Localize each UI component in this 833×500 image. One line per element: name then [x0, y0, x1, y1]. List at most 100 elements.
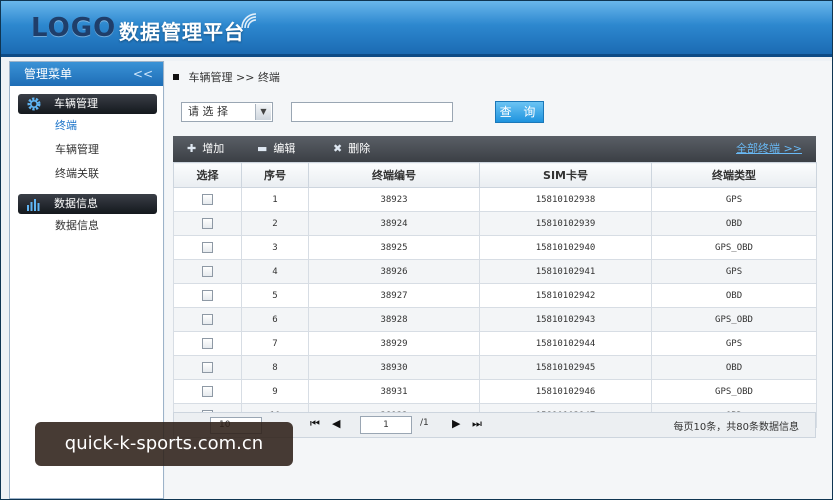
- row-checkbox[interactable]: [202, 194, 213, 205]
- row-checkbox[interactable]: [202, 362, 213, 373]
- bar-chart-icon: [27, 199, 40, 211]
- close-icon: ✖: [333, 142, 343, 155]
- delete-button[interactable]: ✖ 删除: [333, 136, 370, 162]
- last-page-icon[interactable]: ⏭: [472, 417, 482, 431]
- platform-title: 数据管理平台: [119, 20, 245, 44]
- cell-terminal-type: GPS: [651, 259, 817, 284]
- query-button[interactable]: 查 询: [495, 101, 544, 123]
- cell-terminal-no: 38923: [308, 187, 480, 212]
- row-checkbox[interactable]: [202, 338, 213, 349]
- filter-select[interactable]: 请 选 择 ▼: [181, 102, 273, 122]
- row-checkbox-cell: [173, 379, 242, 404]
- breadcrumb-page: 终端: [257, 71, 280, 84]
- table-row[interactable]: 2 38924 15810102939 OBD: [173, 211, 817, 236]
- row-checkbox[interactable]: [202, 386, 213, 397]
- row-checkbox[interactable]: [202, 218, 213, 229]
- sidebar-title-label: 管理菜单: [24, 67, 73, 81]
- bullet-square-icon: [173, 74, 179, 80]
- table-row[interactable]: 8 38930 15810102945 OBD: [173, 355, 817, 380]
- cell-index: 7: [241, 331, 309, 356]
- cell-terminal-type: GPS_OBD: [651, 379, 817, 404]
- cell-index: 9: [241, 379, 309, 404]
- table-row[interactable]: 3 38925 15810102940 GPS_OBD: [173, 235, 817, 260]
- add-button[interactable]: ✚ 增加: [187, 136, 224, 162]
- cell-sim: 15810102945: [479, 355, 652, 380]
- row-checkbox-cell: [173, 235, 242, 260]
- cell-terminal-type: GPS: [651, 187, 817, 212]
- gear-icon: [27, 97, 41, 111]
- sidebar-item-data-info[interactable]: 数据信息: [10, 214, 163, 238]
- breadcrumb-section[interactable]: 车辆管理: [189, 71, 233, 84]
- cell-index: 3: [241, 235, 309, 260]
- header-select: 选择: [173, 162, 242, 188]
- terminal-table: 选择 序号 终端编号 SIM卡号 终端类型 1 38923 15810102938 G…: [173, 162, 817, 428]
- next-page-icon[interactable]: ▶: [452, 417, 460, 430]
- cell-sim: 15810102938: [479, 187, 652, 212]
- total-pages: /1: [420, 418, 429, 428]
- row-checkbox-cell: [173, 187, 242, 212]
- sidebar-group-data[interactable]: 数据信息: [18, 194, 157, 214]
- cell-terminal-type: GPS: [651, 331, 817, 356]
- sidebar-title: 管理菜单 <<: [10, 62, 163, 86]
- table-row[interactable]: 9 38931 15810102946 GPS_OBD: [173, 379, 817, 404]
- breadcrumb: 车辆管理 >> 终端: [173, 69, 280, 85]
- collapse-sidebar-icon[interactable]: <<: [133, 62, 153, 86]
- table-row[interactable]: 5 38927 15810102942 OBD: [173, 283, 817, 308]
- table-row[interactable]: 4 38926 15810102941 GPS: [173, 259, 817, 284]
- cell-terminal-type: GPS_OBD: [651, 307, 817, 332]
- table-body: 1 38923 15810102938 GPS 2 38924 15810102939 OBD…: [173, 187, 817, 428]
- cell-index: 2: [241, 211, 309, 236]
- cell-index: 4: [241, 259, 309, 284]
- table-row[interactable]: 6 38928 15810102943 GPS_OBD: [173, 307, 817, 332]
- row-checkbox-cell: [173, 307, 242, 332]
- prev-page-icon[interactable]: ◀: [332, 417, 340, 430]
- row-checkbox-cell: [173, 259, 242, 284]
- minus-icon: ▬: [257, 142, 268, 155]
- pagination-info: 每页10条，共80条数据信息: [673, 422, 799, 433]
- table-toolbar: ✚ 增加 ▬ 编辑 ✖ 删除 全部终端 >>: [173, 136, 816, 162]
- app-frame: LOGO 数据管理平台 管理菜单 << 车辆管理 终端 车辆管理 终端关联 数据…: [0, 0, 833, 500]
- row-checkbox-cell: [173, 283, 242, 308]
- row-checkbox[interactable]: [202, 290, 213, 301]
- page-number-input[interactable]: 1: [360, 416, 412, 434]
- cell-index: 5: [241, 283, 309, 308]
- row-checkbox[interactable]: [202, 314, 213, 325]
- row-checkbox[interactable]: [202, 242, 213, 253]
- cell-terminal-no: 38925: [308, 235, 480, 260]
- watermark: quick-k-sports.com.cn: [35, 422, 293, 466]
- cell-sim: 15810102944: [479, 331, 652, 356]
- sidebar-group-vehicle[interactable]: 车辆管理: [18, 94, 157, 114]
- table-header-row: 选择 序号 终端编号 SIM卡号 终端类型: [173, 162, 817, 188]
- cell-sim: 15810102943: [479, 307, 652, 332]
- cell-sim: 15810102941: [479, 259, 652, 284]
- header-terminal-type: 终端类型: [651, 162, 817, 188]
- first-page-icon[interactable]: ⏮: [310, 417, 320, 431]
- filter-select-value: 请 选 择: [188, 105, 228, 118]
- row-checkbox[interactable]: [202, 266, 213, 277]
- cell-index: 8: [241, 355, 309, 380]
- sidebar-item-terminal[interactable]: 终端: [10, 114, 163, 138]
- sidebar-item-terminal-association[interactable]: 终端关联: [10, 162, 163, 186]
- edit-button[interactable]: ▬ 编辑: [257, 136, 295, 162]
- row-checkbox-cell: [173, 211, 242, 236]
- cell-terminal-no: 38926: [308, 259, 480, 284]
- table-row[interactable]: 7 38929 15810102944 GPS: [173, 331, 817, 356]
- cell-terminal-type: OBD: [651, 355, 817, 380]
- sidebar-item-vehicle-management[interactable]: 车辆管理: [10, 138, 163, 162]
- all-terminals-link[interactable]: 全部终端 >>: [736, 136, 802, 162]
- cell-terminal-no: 38924: [308, 211, 480, 236]
- cell-sim: 15810102946: [479, 379, 652, 404]
- signal-icon: [241, 13, 257, 29]
- header-terminal-no: 终端编号: [308, 162, 480, 188]
- table-row[interactable]: 1 38923 15810102938 GPS: [173, 187, 817, 212]
- delete-label: 删除: [348, 142, 371, 155]
- cell-sim: 15810102942: [479, 283, 652, 308]
- cell-index: 6: [241, 307, 309, 332]
- logo: LOGO: [31, 13, 117, 43]
- sidebar-group-label: 车辆管理: [54, 97, 98, 110]
- cell-terminal-type: OBD: [651, 283, 817, 308]
- cell-terminal-type: OBD: [651, 211, 817, 236]
- search-input[interactable]: [291, 102, 453, 122]
- chevron-down-icon[interactable]: ▼: [255, 104, 271, 120]
- cell-terminal-type: GPS_OBD: [651, 235, 817, 260]
